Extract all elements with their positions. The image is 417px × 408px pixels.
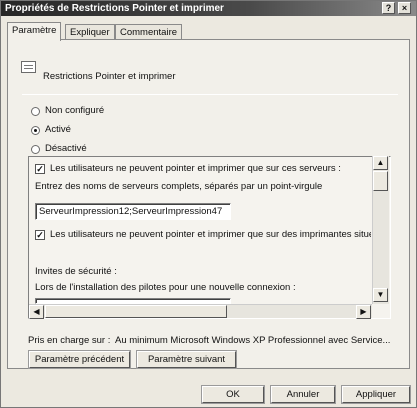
servers-input[interactable]: ServeurImpression12;ServeurImpression47 [35,203,231,220]
tab-parametre[interactable]: Paramètre [7,22,62,41]
servers-only-checkbox[interactable]: ✓ [35,164,45,174]
title-bar: Propriétés de Restrictions Pointer et im… [1,1,416,16]
close-button[interactable]: × [398,2,411,14]
separator [22,94,398,95]
apply-button[interactable]: Appliquer [342,386,410,403]
forest-only-checkbox[interactable]: ✓ [35,230,45,240]
policy-name: Restrictions Pointer et imprimer [43,71,176,82]
radio-label: Activé [45,124,71,135]
radio-button[interactable] [31,107,40,116]
scroll-thumb[interactable] [373,171,388,191]
radio-button[interactable] [31,145,40,154]
scroll-right-icon[interactable]: ▶ [356,305,371,319]
policy-document-icon [21,61,36,73]
radio-label: Non configuré [45,105,105,116]
forest-only-label: Les utilisateurs ne peuvent pointer et i… [50,229,371,240]
window-title: Propriétés de Restrictions Pointer et im… [5,3,224,14]
radio-label: Désactivé [45,143,87,154]
security-heading: Invites de sécurité : [35,266,117,277]
supported-label: Pris en charge sur : [28,335,111,346]
radio-button[interactable] [31,126,40,135]
scroll-left-icon[interactable]: ◀ [29,305,44,319]
servers-hint: Entrez des noms de serveurs complets, sé… [35,181,323,192]
next-setting-button[interactable]: Paramètre suivant [137,351,236,368]
cancel-button[interactable]: Annuler [271,386,335,403]
ok-button[interactable]: OK [202,386,264,403]
properties-dialog: Propriétés de Restrictions Pointer et im… [0,0,417,408]
scroll-down-icon[interactable]: ▼ [373,288,388,302]
scroll-thumb[interactable] [45,305,227,318]
tab-expliquer[interactable]: Expliquer [65,24,115,40]
horizontal-scrollbar[interactable]: ◀ ▶ [29,304,372,319]
supported-value: Au minimum Microsoft Windows XP Professi… [115,335,391,346]
security-hint: Lors de l'installation des pilotes pour … [35,282,296,293]
scroll-up-icon[interactable]: ▲ [373,156,388,170]
vertical-scrollbar[interactable]: ▲ ▼ [372,156,389,304]
servers-only-label: Les utilisateurs ne peuvent pointer et i… [50,163,341,174]
tab-commentaire[interactable]: Commentaire [115,24,183,40]
help-button[interactable]: ? [382,2,395,14]
previous-setting-button[interactable]: Paramètre précédent [29,351,130,368]
